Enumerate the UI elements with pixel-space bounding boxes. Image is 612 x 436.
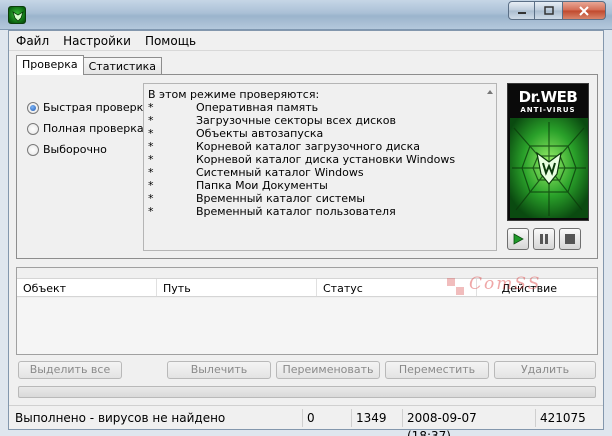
status-count-infected: 0 <box>302 409 350 427</box>
spider-logo-icon <box>510 118 588 218</box>
info-title: В этом режиме проверяются: <box>148 88 320 101</box>
item-text: Корневой каталог загрузочного диска <box>196 140 420 153</box>
info-list: * Оперативная память * Загрузочные секторы… <box>148 101 455 218</box>
scan-progress-bar <box>18 386 596 398</box>
drweb-app-icon[interactable] <box>8 6 26 24</box>
item-text: Загрузочные секторы всех дисков <box>196 114 397 127</box>
item-text: Временный каталог пользователя <box>196 205 396 218</box>
item-text: Папка Мои Документы <box>196 179 328 192</box>
delete-button[interactable]: Удалить <box>494 361 596 379</box>
item-text: Временный каталог системы <box>196 192 366 205</box>
menu-help[interactable]: Помощь <box>138 31 203 50</box>
scan-info-box: В этом режиме проверяются: * Оперативная … <box>143 83 497 251</box>
pause-icon <box>540 234 548 244</box>
tab-statistics[interactable]: Статистика <box>82 57 162 75</box>
close-icon <box>579 5 589 16</box>
item-text: Объекты автозапуска <box>196 127 324 140</box>
bullet: * <box>148 192 154 205</box>
bullet: * <box>148 114 154 127</box>
minimize-icon <box>517 11 526 14</box>
stop-scan-button[interactable] <box>559 228 581 250</box>
cure-button[interactable]: Вылечить <box>167 361 271 379</box>
list-item: * Загрузочные секторы всех дисков <box>148 114 455 127</box>
watermark-square <box>447 278 455 286</box>
action-buttons: Выделить все Вылечить Переименовать Пере… <box>9 361 603 379</box>
drweb-logo: Dr.WEB ANTI-VIRUS <box>507 83 589 221</box>
radio-checked-icon <box>27 101 39 114</box>
bullet: * <box>148 101 154 114</box>
bullet: * <box>148 140 154 153</box>
status-count-checked: 1349 <box>351 409 401 427</box>
scan-panel: Быстрая проверка Полная проверка Выбороч… <box>16 74 598 259</box>
close-button[interactable] <box>562 1 606 20</box>
bullet: * <box>148 205 154 218</box>
radio-unchecked-icon <box>27 122 39 135</box>
list-item: * Объекты автозапуска <box>148 127 455 140</box>
bullet: * <box>148 166 154 179</box>
radio-full-scan[interactable]: Полная проверка <box>27 118 150 139</box>
item-text: Системный каталог Windows <box>196 166 364 179</box>
bullet: * <box>148 127 154 140</box>
menu-bar: Файл Настройки Помощь <box>9 31 603 51</box>
title-bar[interactable] <box>0 0 612 30</box>
list-item: * Корневой каталог загрузочного диска <box>148 140 455 153</box>
radio-label: Быстрая проверка <box>43 101 151 114</box>
status-count-total: 421075 <box>535 409 601 427</box>
pause-scan-button[interactable] <box>533 228 555 250</box>
watermark-text: ComSS <box>469 274 542 294</box>
rename-button[interactable]: Переименовать <box>276 361 380 379</box>
list-item: * Папка Мои Документы <box>148 179 455 192</box>
tab-scan[interactable]: Проверка <box>16 55 84 75</box>
select-all-button[interactable]: Выделить все <box>18 361 122 379</box>
item-text: Оперативная память <box>196 101 319 114</box>
start-scan-button[interactable] <box>507 228 529 250</box>
bullet: * <box>148 153 154 166</box>
maximize-icon <box>543 6 554 15</box>
watermark-square <box>456 287 464 295</box>
scan-controls <box>507 228 581 250</box>
radio-quick-scan[interactable]: Быстрая проверка <box>27 97 150 118</box>
menu-file[interactable]: Файл <box>9 31 56 50</box>
scan-mode-group: Быстрая проверка Полная проверка Выбороч… <box>27 97 150 160</box>
logo-subtitle: ANTI-VIRUS <box>520 106 576 114</box>
status-bar: Выполнено - вирусов не найдено 0 1349 20… <box>9 405 603 436</box>
logo-title: Dr.WEB <box>518 88 578 106</box>
column-object[interactable]: Объект <box>17 279 157 296</box>
status-datetime: 2008-09-07 (18:37) <box>402 409 512 436</box>
list-item: * Корневой каталог диска установки Window… <box>148 153 455 166</box>
comss-watermark: ComSS <box>447 272 567 298</box>
item-text: Корневой каталог диска установки Windows <box>196 153 456 166</box>
results-body[interactable] <box>17 298 597 354</box>
radio-unchecked-icon <box>27 143 39 156</box>
radio-label: Полная проверка <box>43 122 144 135</box>
radio-custom-scan[interactable]: Выборочно <box>27 139 150 160</box>
stop-icon <box>565 234 575 244</box>
play-icon <box>513 233 524 245</box>
bullet: * <box>148 179 154 192</box>
radio-label: Выборочно <box>43 143 107 156</box>
move-button[interactable]: Переместить <box>385 361 489 379</box>
tab-strip: Проверка Статистика <box>16 55 162 75</box>
maximize-button[interactable] <box>535 1 562 20</box>
menu-settings[interactable]: Настройки <box>56 31 138 50</box>
status-message: Выполнено - вирусов не найдено <box>15 411 226 425</box>
scroll-up-icon[interactable] <box>486 87 494 97</box>
list-item: * Системный каталог Windows <box>148 166 455 179</box>
list-item: * Оперативная память <box>148 101 455 114</box>
column-path[interactable]: Путь <box>157 279 317 296</box>
main-window: Файл Настройки Помощь Проверка Статистик… <box>8 30 604 436</box>
window-controls <box>508 1 606 20</box>
minimize-button[interactable] <box>508 1 535 20</box>
results-list[interactable]: Объект Путь Статус Действие ComSS <box>16 267 598 355</box>
list-item: * Временный каталог пользователя <box>148 205 455 218</box>
list-item: * Временный каталог системы <box>148 192 455 205</box>
